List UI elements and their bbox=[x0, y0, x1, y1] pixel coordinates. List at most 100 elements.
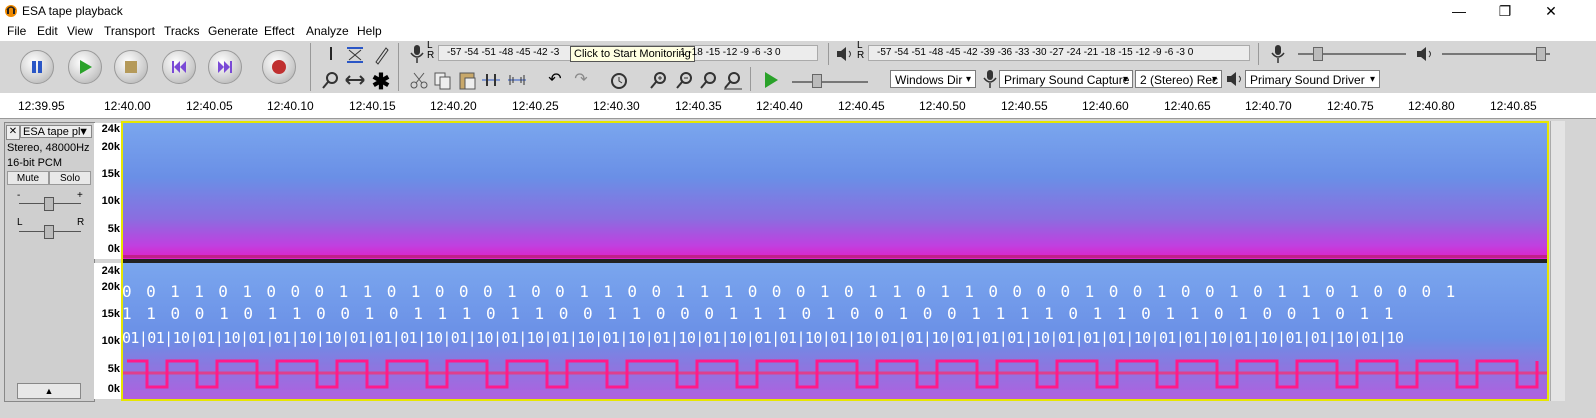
copy-icon[interactable] bbox=[432, 69, 454, 91]
menu-transport[interactable]: Transport bbox=[104, 24, 155, 38]
playback-meter-scale: -57 -54 -51 -48 -45 -42 -39 -36 -33 -30 … bbox=[877, 47, 1194, 58]
microphone-icon[interactable] bbox=[405, 43, 427, 65]
close-window-button[interactable]: ✕ bbox=[1528, 0, 1574, 22]
time-shift-tool-icon[interactable] bbox=[344, 69, 366, 91]
recording-volume-thumb[interactable] bbox=[1313, 47, 1323, 61]
toolbar-area: I ✱ L R -57 -54 -51 -48 -45 -42 -3 Click… bbox=[0, 41, 1596, 94]
timeline-ruler[interactable]: 12:39.95 12:40.00 12:40.05 12:40.10 12:4… bbox=[0, 93, 1596, 119]
skip-start-icon bbox=[172, 61, 186, 73]
recording-device-select[interactable]: Primary Sound Capture ▾ bbox=[999, 70, 1133, 88]
track-control-panel: ✕ ESA tape pl ▼ Stereo, 48000Hz 16-bit PC… bbox=[4, 122, 95, 402]
menu-generate[interactable]: Generate bbox=[208, 24, 258, 38]
playback-device-value: Primary Sound Driver bbox=[1250, 73, 1365, 87]
sync-lock-icon[interactable] bbox=[608, 69, 630, 91]
freq-label: 5k bbox=[107, 223, 120, 235]
menu-analyze[interactable]: Analyze bbox=[306, 24, 349, 38]
gain-minus-label: - bbox=[17, 190, 21, 201]
audio-host-select[interactable]: Windows Dir ▾ bbox=[890, 70, 976, 88]
trim-icon[interactable] bbox=[480, 69, 502, 91]
undo-icon[interactable]: ↶ bbox=[544, 69, 566, 91]
play-speed-slider[interactable] bbox=[792, 81, 868, 83]
vertical-scrollbar[interactable] bbox=[1550, 121, 1565, 401]
solo-button[interactable]: Solo bbox=[49, 171, 91, 185]
fit-project-icon[interactable] bbox=[722, 69, 744, 91]
record-button[interactable] bbox=[262, 50, 296, 84]
toolbar-separator bbox=[750, 67, 751, 91]
skip-to-start-button[interactable] bbox=[162, 50, 196, 84]
skip-to-end-button[interactable] bbox=[208, 50, 242, 84]
pause-button[interactable] bbox=[20, 50, 54, 84]
recording-meter-scale: -57 -54 -51 -48 -45 -42 -3 bbox=[447, 47, 560, 58]
menu-file[interactable]: File bbox=[7, 24, 26, 38]
fit-selection-icon[interactable] bbox=[698, 69, 720, 91]
cut-icon[interactable] bbox=[408, 69, 430, 91]
zoom-tool-icon[interactable] bbox=[320, 69, 342, 91]
playback-volume-slider[interactable] bbox=[1442, 53, 1550, 55]
ruler-label: 12:40.15 bbox=[349, 99, 396, 113]
recording-channels-value: 2 (Stereo) Rec bbox=[1140, 73, 1219, 87]
track-close-button[interactable]: ✕ bbox=[6, 125, 20, 140]
chevron-down-icon: ▾ bbox=[1369, 74, 1375, 85]
frequency-ruler-left-channel: 24k 20k 15k 10k 5k 0k bbox=[94, 123, 122, 259]
multi-tool-icon[interactable]: ✱ bbox=[370, 69, 392, 94]
pan-slider-thumb[interactable] bbox=[44, 225, 54, 239]
ruler-label: 12:40.25 bbox=[512, 99, 559, 113]
playback-meter[interactable]: -57 -54 -51 -48 -45 -42 -39 -36 -33 -30 … bbox=[868, 45, 1250, 61]
minimize-button[interactable]: — bbox=[1436, 0, 1482, 22]
chevron-down-icon: ▾ bbox=[1211, 74, 1217, 85]
zoom-in-icon[interactable] bbox=[648, 69, 670, 91]
play-button[interactable] bbox=[68, 50, 102, 84]
title-bar: ESA tape playback — ❐ ✕ bbox=[0, 0, 1596, 22]
ruler-label: 12:40.10 bbox=[267, 99, 314, 113]
recording-meter-scale-tail: 1 -18 -15 -12 -9 -6 -3 0 bbox=[680, 47, 781, 58]
speaker-icon[interactable] bbox=[834, 43, 856, 65]
play-icon bbox=[80, 60, 92, 74]
ruler-label: 12:40.85 bbox=[1490, 99, 1537, 113]
track-name-menu[interactable]: ESA tape pl ▼ bbox=[20, 125, 92, 138]
toolbar-separator bbox=[398, 43, 399, 91]
mute-button[interactable]: Mute bbox=[7, 171, 49, 185]
ruler-label: 12:40.70 bbox=[1245, 99, 1292, 113]
zoom-out-icon[interactable] bbox=[674, 69, 696, 91]
meter-right-label: R bbox=[427, 50, 435, 61]
draw-tool-icon[interactable] bbox=[370, 44, 392, 66]
ruler-label: 12:40.30 bbox=[593, 99, 640, 113]
envelope-tool-icon[interactable] bbox=[344, 44, 366, 66]
recording-device-mic-icon bbox=[978, 68, 1000, 90]
playback-device-select[interactable]: Primary Sound Driver ▾ bbox=[1245, 70, 1380, 88]
menu-edit[interactable]: Edit bbox=[37, 24, 58, 38]
ruler-label: 12:40.40 bbox=[756, 99, 803, 113]
track-format: Stereo, 48000Hz bbox=[7, 142, 90, 154]
menu-bar: File Edit View Transport Tracks Generate… bbox=[0, 22, 1596, 41]
gain-slider-thumb[interactable] bbox=[44, 197, 54, 211]
freq-label: 20k bbox=[101, 281, 120, 293]
pan-left-label: L bbox=[17, 217, 23, 228]
collapse-track-button[interactable]: ▲ bbox=[17, 383, 81, 399]
selection-tool-icon[interactable]: I bbox=[320, 44, 342, 66]
toolbar-separator bbox=[1258, 43, 1259, 65]
menu-help[interactable]: Help bbox=[357, 24, 382, 38]
play-speed-thumb[interactable] bbox=[812, 74, 822, 88]
playback-volume-thumb[interactable] bbox=[1536, 47, 1546, 61]
recording-channels-select[interactable]: 2 (Stereo) Rec ▾ bbox=[1135, 70, 1222, 88]
toolbar-separator bbox=[310, 43, 311, 91]
pause-icon bbox=[32, 61, 42, 73]
freq-label: 24k bbox=[101, 123, 120, 135]
menu-effect[interactable]: Effect bbox=[264, 24, 294, 38]
maximize-button[interactable]: ❐ bbox=[1482, 0, 1528, 22]
track-bitdepth: 16-bit PCM bbox=[7, 157, 63, 169]
silence-icon[interactable] bbox=[506, 69, 528, 91]
frequency-ruler-right-channel: 24k 20k 15k 10k 5k 0k bbox=[94, 263, 122, 399]
ruler-label: 12:40.65 bbox=[1164, 99, 1211, 113]
freq-label: 0k bbox=[107, 383, 120, 395]
play-at-speed-icon[interactable] bbox=[760, 69, 782, 91]
redo-icon[interactable]: ↷ bbox=[570, 69, 592, 91]
menu-tracks[interactable]: Tracks bbox=[164, 24, 200, 38]
chevron-down-icon: ▾ bbox=[965, 74, 971, 85]
paste-icon[interactable] bbox=[456, 69, 478, 91]
ruler-label: 12:40.50 bbox=[919, 99, 966, 113]
gain-plus-label: + bbox=[77, 190, 83, 201]
menu-view[interactable]: View bbox=[67, 24, 93, 38]
stop-button[interactable] bbox=[114, 50, 148, 84]
ruler-label: 12:40.00 bbox=[104, 99, 151, 113]
